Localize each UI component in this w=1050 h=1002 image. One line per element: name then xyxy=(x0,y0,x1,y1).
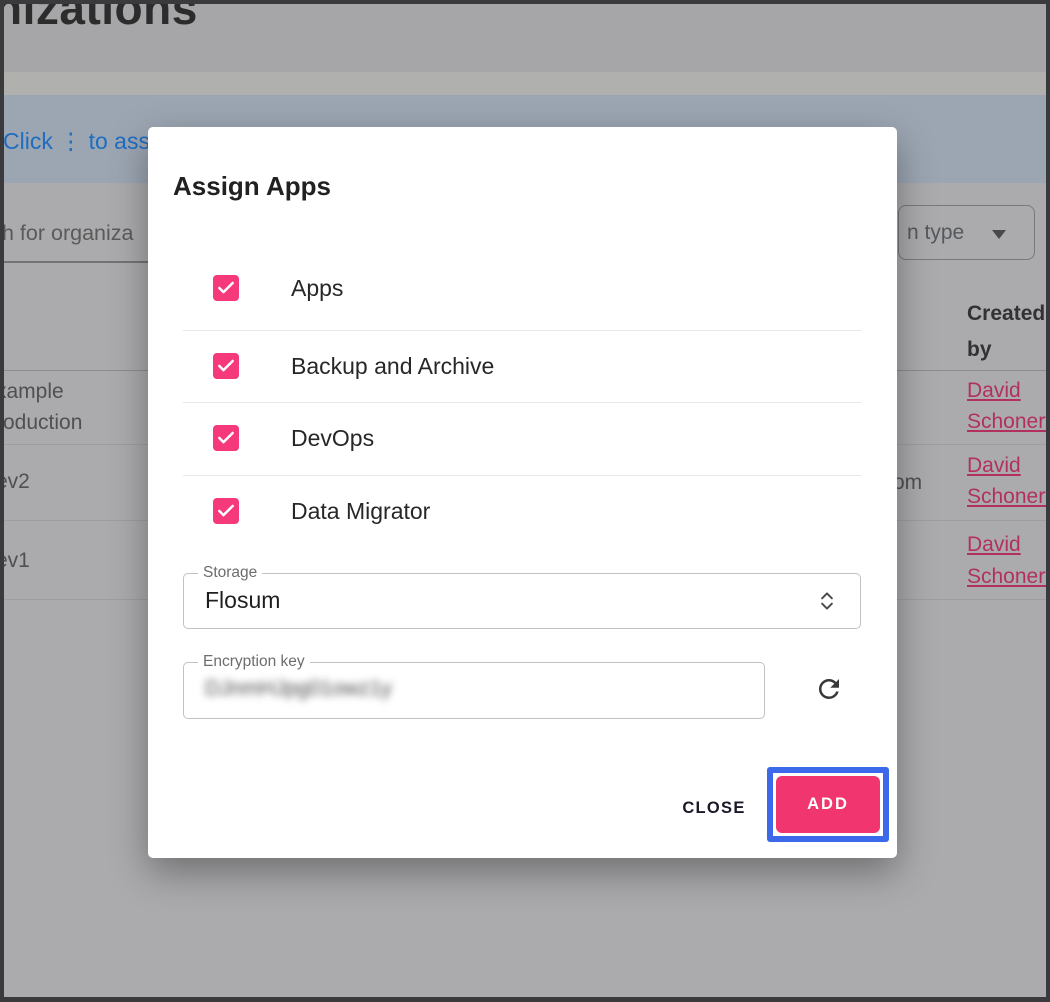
checkbox-label: Apps xyxy=(291,274,343,302)
unfold-more-icon xyxy=(814,588,840,614)
created-by-link[interactable]: Schonert xyxy=(967,411,1050,433)
org-detail-fragment: om xyxy=(893,472,922,494)
screenshot-frame: nizations Click ⋮ to assi h for organiza… xyxy=(0,0,1050,1002)
frame-border xyxy=(0,997,1050,1002)
refresh-key-button[interactable] xyxy=(812,673,846,707)
storage-label: Storage xyxy=(198,565,262,581)
frame-border xyxy=(1046,0,1050,1002)
org-name-cell: xample xyxy=(0,381,64,403)
org-type-select[interactable]: n type xyxy=(898,205,1035,260)
add-button[interactable]: ADD xyxy=(776,776,880,833)
checkbox-apps[interactable] xyxy=(213,275,239,301)
list-divider xyxy=(183,475,861,476)
frame-border xyxy=(0,0,4,1002)
created-by-link[interactable]: David xyxy=(967,455,1021,477)
check-icon xyxy=(216,428,236,448)
checkbox-label: Backup and Archive xyxy=(291,352,494,380)
created-by-column-header: Created by xyxy=(967,296,1050,368)
toolbar-band xyxy=(0,72,1050,95)
checkbox-backup-and-archive[interactable] xyxy=(213,353,239,379)
list-divider xyxy=(183,402,861,403)
encryption-key-label: Encryption key xyxy=(198,654,310,670)
dialog-title: Assign Apps xyxy=(173,171,331,202)
assign-apps-dialog: Assign Apps Apps Backup and Archive DevO… xyxy=(148,127,897,858)
search-input[interactable]: h for organiza xyxy=(2,221,133,246)
encryption-key-value: DJnmHJpg01owz1y xyxy=(205,677,392,701)
close-button[interactable]: CLOSE xyxy=(676,788,752,828)
storage-value: Flosum xyxy=(205,587,280,614)
check-icon xyxy=(216,278,236,298)
created-by-link[interactable]: David xyxy=(967,534,1021,556)
check-icon xyxy=(216,501,236,521)
check-icon xyxy=(216,356,236,376)
dropdown-arrow-icon xyxy=(992,230,1006,239)
storage-select[interactable] xyxy=(183,573,861,629)
org-name-cell: ev1 xyxy=(0,550,30,572)
checkbox-devops[interactable] xyxy=(213,425,239,451)
org-name-cell: roduction xyxy=(0,412,82,434)
info-banner-text: Click ⋮ to assi xyxy=(3,128,155,155)
created-by-link[interactable]: Schonert xyxy=(967,486,1050,508)
checkbox-label: Data Migrator xyxy=(291,497,430,525)
created-by-link[interactable]: David xyxy=(967,380,1021,402)
refresh-icon xyxy=(814,674,844,704)
page-title: nizations xyxy=(0,0,198,35)
list-divider xyxy=(183,330,861,331)
checkbox-label: DevOps xyxy=(291,424,374,452)
created-by-link[interactable]: Schonert xyxy=(967,566,1050,588)
add-button-highlight: ADD xyxy=(767,767,889,842)
org-type-select-value: n type xyxy=(907,221,964,245)
frame-border xyxy=(0,0,1050,4)
checkbox-data-migrator[interactable] xyxy=(213,498,239,524)
org-name-cell: ev2 xyxy=(0,471,30,493)
